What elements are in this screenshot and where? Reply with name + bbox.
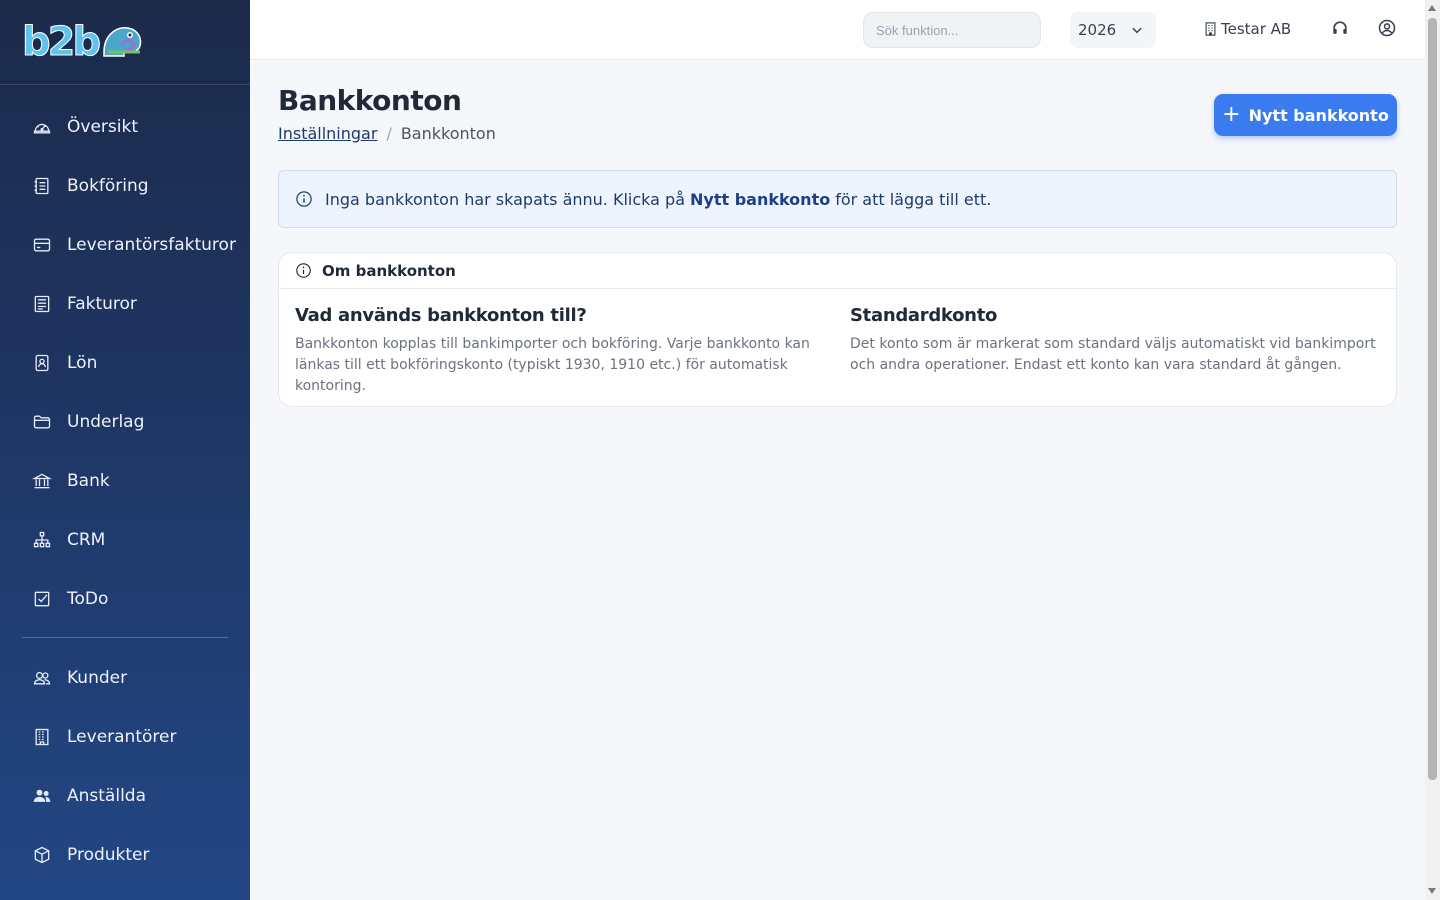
card-header: Om bankkonton bbox=[279, 253, 1396, 289]
building-icon bbox=[32, 727, 52, 747]
default-account-title: Standardkonto bbox=[850, 305, 998, 326]
logo[interactable]: b2b bbox=[21, 19, 250, 65]
credit-card-icon bbox=[32, 235, 52, 255]
sidebar-item-label: Översikt bbox=[67, 116, 138, 137]
usage-text: Bankkonton kopplas till bankimporter och… bbox=[295, 336, 810, 394]
breadcrumb-link-installningar[interactable]: Inställningar bbox=[278, 124, 377, 143]
sidebar-item-label: Bank bbox=[67, 470, 110, 491]
badge-icon bbox=[32, 353, 52, 373]
box-icon bbox=[32, 845, 52, 865]
logo-area: b2b bbox=[0, 0, 250, 85]
bank-icon bbox=[32, 471, 52, 491]
alert-text-bold: Nytt bankkonto bbox=[690, 189, 831, 209]
sidebar-item-label: Fakturor bbox=[67, 293, 137, 314]
users-icon bbox=[32, 668, 52, 688]
sidebar-item-oversikt[interactable]: Översikt bbox=[0, 97, 250, 156]
folder-icon bbox=[32, 412, 52, 432]
sidebar-item-fakturor[interactable]: Fakturor bbox=[0, 274, 250, 333]
gauge-icon bbox=[32, 117, 52, 137]
network-icon bbox=[32, 530, 52, 550]
scroll-up-arrow-icon[interactable] bbox=[1428, 5, 1436, 11]
checkbox-icon bbox=[32, 589, 52, 609]
sidebar-item-lon[interactable]: Lön bbox=[0, 333, 250, 392]
chameleon-logo-icon bbox=[100, 22, 144, 62]
topbar: 2026 Testar AB bbox=[250, 0, 1425, 60]
scroll-thumb[interactable] bbox=[1428, 18, 1437, 780]
building-icon bbox=[1205, 22, 1216, 36]
invoice-icon bbox=[32, 294, 52, 314]
new-bank-account-button[interactable]: + Nytt bankkonto bbox=[1214, 94, 1397, 136]
sidebar-item-todo[interactable]: ToDo bbox=[0, 569, 250, 628]
user-circle-icon[interactable] bbox=[1377, 18, 1397, 38]
sidebar-item-label: ToDo bbox=[67, 588, 109, 609]
sidebar-item-label: Anställda bbox=[67, 785, 146, 806]
company-selector[interactable]: Testar AB bbox=[1204, 20, 1291, 38]
sidebar-item-bank[interactable]: Bank bbox=[0, 451, 250, 510]
sidebar-item-kunder[interactable]: Kunder bbox=[0, 648, 250, 707]
scroll-down-arrow-icon[interactable] bbox=[1428, 888, 1436, 894]
sidebar-item-label: Bokföring bbox=[67, 175, 149, 196]
chevron-down-icon bbox=[1132, 27, 1142, 34]
company-name: Testar AB bbox=[1221, 20, 1292, 38]
default-account-text: Det konto som är markerat som standard v… bbox=[850, 336, 1376, 373]
sidebar-nav-secondary: Kunder Leverantörer Anställda Produkter bbox=[0, 648, 250, 884]
empty-state-alert: Inga bankkonton har skapats ännu. Klicka… bbox=[278, 170, 1397, 228]
sidebar-nav: Översikt Bokföring Leverantörsfakturor F… bbox=[0, 85, 250, 628]
sidebar-item-leverantorsfakturor[interactable]: Leverantörsfakturor bbox=[0, 215, 250, 274]
breadcrumb-current: Bankkonton bbox=[400, 124, 496, 143]
card-column-usage: Vad används bankkonton till? Bankkonton … bbox=[295, 305, 835, 397]
info-icon bbox=[296, 191, 312, 207]
card-header-title: Om bankkonton bbox=[322, 261, 456, 280]
card-column-default-account: Standardkonto Det konto som är markerat … bbox=[850, 305, 1390, 376]
sidebar-item-underlag[interactable]: Underlag bbox=[0, 392, 250, 451]
new-bank-account-label: Nytt bankkonto bbox=[1248, 105, 1389, 125]
breadcrumb: Inställningar / Bankkonton bbox=[278, 124, 496, 143]
sidebar-item-bokforing[interactable]: Bokföring bbox=[0, 156, 250, 215]
logo-text: b2b bbox=[21, 19, 101, 65]
sidebar-item-anstallda[interactable]: Anställda bbox=[0, 766, 250, 825]
sidebar-item-produkter[interactable]: Produkter bbox=[0, 825, 250, 884]
page-title: Bankkonton bbox=[278, 84, 462, 117]
sidebar-item-label: CRM bbox=[67, 529, 106, 550]
sidebar-item-label: Leverantörsfakturor bbox=[67, 234, 236, 255]
plus-icon: + bbox=[1222, 102, 1241, 127]
info-icon bbox=[296, 263, 311, 278]
sidebar-item-label: Leverantörer bbox=[67, 726, 177, 747]
people-icon bbox=[32, 786, 52, 806]
usage-title: Vad används bankkonton till? bbox=[295, 305, 587, 326]
headset-icon[interactable] bbox=[1330, 18, 1350, 38]
alert-text-before: Inga bankkonton har skapats ännu. Klicka… bbox=[325, 189, 685, 209]
search-input[interactable] bbox=[863, 12, 1041, 48]
breadcrumb-separator: / bbox=[386, 124, 392, 143]
year-select[interactable]: 2026 bbox=[1070, 12, 1156, 48]
sidebar-item-crm[interactable]: CRM bbox=[0, 510, 250, 569]
year-value: 2026 bbox=[1078, 21, 1117, 39]
sidebar: b2b Översikt Bokföring Leverantörsfaktur… bbox=[0, 0, 250, 900]
about-bank-accounts-card: Om bankkonton Vad används bankkonton til… bbox=[278, 252, 1397, 407]
sidebar-item-label: Lön bbox=[67, 352, 98, 373]
sidebar-item-label: Kunder bbox=[67, 667, 128, 688]
sidebar-item-label: Produkter bbox=[67, 844, 150, 865]
ledger-icon bbox=[32, 176, 52, 196]
sidebar-item-leverantorer[interactable]: Leverantörer bbox=[0, 707, 250, 766]
alert-text-after: för att lägga till ett. bbox=[835, 189, 992, 209]
sidebar-item-label: Underlag bbox=[67, 411, 145, 432]
sidebar-divider bbox=[22, 637, 228, 638]
page-scrollbar[interactable] bbox=[1425, 0, 1440, 900]
